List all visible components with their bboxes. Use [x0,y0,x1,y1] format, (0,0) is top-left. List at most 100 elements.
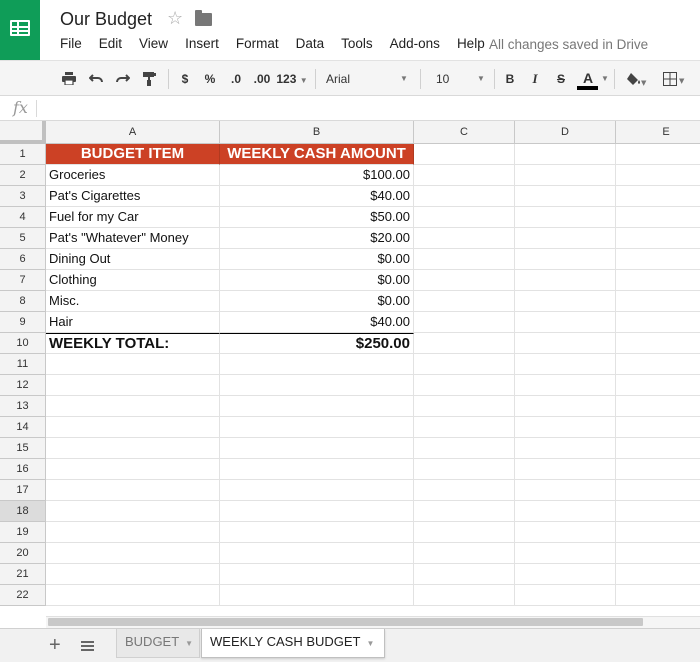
menu-add-ons[interactable]: Add-ons [390,36,440,54]
empty-cell[interactable] [46,459,220,480]
redo-icon[interactable] [112,68,132,90]
borders-button[interactable]: ▼ [660,68,690,90]
sheet-tab-weekly-cash-budget[interactable]: WEEKLY CASH BUDGET ▼ [201,629,385,658]
print-icon[interactable] [59,68,79,90]
empty-cell[interactable] [220,564,414,585]
more-formats-button[interactable]: 123 ▼ [276,68,308,90]
empty-cell[interactable] [515,564,616,585]
strikethrough-button[interactable]: S [553,68,569,90]
empty-cell[interactable] [414,543,515,564]
row-header[interactable]: 21 [0,564,46,585]
menu-view[interactable]: View [139,36,168,54]
empty-cell[interactable] [616,207,700,228]
row-header[interactable]: 2 [0,165,46,186]
empty-cell[interactable] [515,396,616,417]
empty-cell[interactable] [515,312,616,333]
empty-cell[interactable] [515,228,616,249]
cell-item-name[interactable]: Pat's Cigarettes [46,186,220,207]
decrease-decimals-button[interactable]: .0 [226,68,246,90]
cell-item-amount[interactable]: $50.00 [220,207,414,228]
empty-cell[interactable] [515,291,616,312]
empty-cell[interactable] [616,270,700,291]
menu-help[interactable]: Help [457,36,485,54]
empty-cell[interactable] [414,564,515,585]
select-all-corner[interactable] [0,121,46,144]
row-header[interactable]: 13 [0,396,46,417]
menu-tools[interactable]: Tools [341,36,373,54]
row-header[interactable]: 17 [0,480,46,501]
empty-cell[interactable] [414,354,515,375]
empty-cell[interactable] [616,375,700,396]
row-header[interactable]: 12 [0,375,46,396]
cell-total-amount[interactable]: $250.00 [220,333,414,354]
empty-cell[interactable] [414,228,515,249]
star-icon[interactable]: ☆ [167,8,183,29]
currency-format-button[interactable]: $ [177,68,193,90]
empty-cell[interactable] [616,312,700,333]
sheets-logo-icon[interactable] [0,0,40,60]
empty-cell[interactable] [220,480,414,501]
empty-cell[interactable] [616,165,700,186]
empty-cell[interactable] [220,396,414,417]
empty-cell[interactable] [616,186,700,207]
empty-cell[interactable] [46,501,220,522]
empty-cell[interactable] [414,207,515,228]
empty-cell[interactable] [515,333,616,354]
empty-cell[interactable] [46,522,220,543]
empty-cell[interactable] [414,333,515,354]
empty-cell[interactable] [515,480,616,501]
cell-item-amount[interactable]: $0.00 [220,270,414,291]
row-header[interactable]: 6 [0,249,46,270]
row-header[interactable]: 3 [0,186,46,207]
empty-cell[interactable] [414,144,515,165]
cell-item-amount[interactable]: $40.00 [220,186,414,207]
menu-format[interactable]: Format [236,36,279,54]
row-header[interactable]: 7 [0,270,46,291]
empty-cell[interactable] [616,396,700,417]
cell-item-name[interactable]: Groceries [46,165,220,186]
empty-cell[interactable] [515,585,616,606]
cell-item-amount[interactable]: $40.00 [220,312,414,333]
empty-cell[interactable] [414,165,515,186]
empty-cell[interactable] [414,585,515,606]
empty-cell[interactable] [46,543,220,564]
empty-cell[interactable] [46,585,220,606]
column-header-d[interactable]: D [515,121,616,144]
empty-cell[interactable] [616,459,700,480]
empty-cell[interactable] [616,438,700,459]
chevron-down-icon[interactable]: ▼ [185,639,193,648]
empty-cell[interactable] [414,438,515,459]
bold-button[interactable]: B [502,68,518,90]
header-cell-budget-item[interactable]: BUDGET ITEM [46,144,220,165]
row-header[interactable]: 5 [0,228,46,249]
empty-cell[interactable] [515,207,616,228]
row-header[interactable]: 19 [0,522,46,543]
empty-cell[interactable] [515,438,616,459]
row-header[interactable]: 8 [0,291,46,312]
column-header-a[interactable]: A [46,121,220,144]
sheet-tab-budget[interactable]: BUDGET ▼ [116,629,200,658]
row-header[interactable]: 9 [0,312,46,333]
empty-cell[interactable] [414,522,515,543]
percent-format-button[interactable]: % [202,68,218,90]
empty-cell[interactable] [616,543,700,564]
empty-cell[interactable] [515,270,616,291]
save-status[interactable]: All changes saved in Drive [489,37,648,52]
empty-cell[interactable] [616,333,700,354]
empty-cell[interactable] [616,585,700,606]
empty-cell[interactable] [46,438,220,459]
empty-cell[interactable] [220,501,414,522]
empty-cell[interactable] [46,375,220,396]
cell-item-name[interactable]: Misc. [46,291,220,312]
empty-cell[interactable] [515,522,616,543]
empty-cell[interactable] [220,438,414,459]
row-header[interactable]: 20 [0,543,46,564]
empty-cell[interactable] [515,249,616,270]
empty-cell[interactable] [515,459,616,480]
row-header-active[interactable]: 18 [0,501,46,522]
empty-cell[interactable] [220,375,414,396]
empty-cell[interactable] [220,585,414,606]
empty-cell[interactable] [515,354,616,375]
add-sheet-icon[interactable]: + [49,635,61,655]
paint-format-icon[interactable] [139,68,159,90]
